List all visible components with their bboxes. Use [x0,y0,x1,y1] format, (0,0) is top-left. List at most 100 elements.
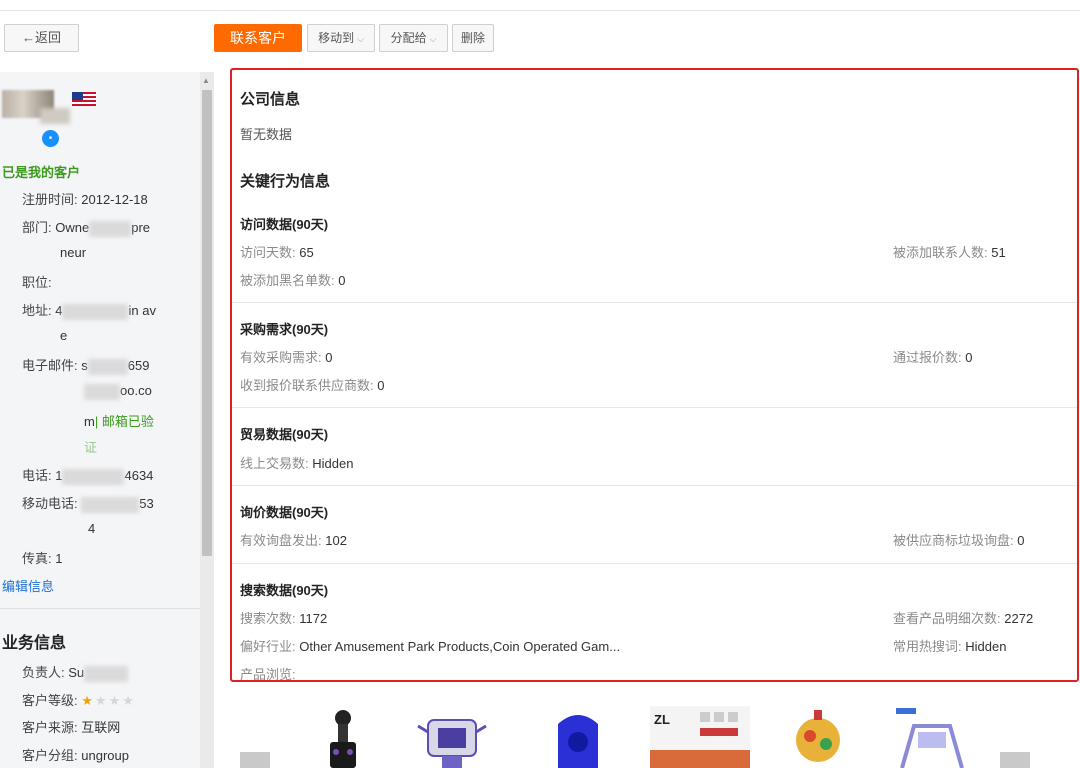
product-detail-label: 查看产品明细次数: [893,611,1001,626]
email-row-cont2: m| 邮箱已验 [84,411,154,430]
redacted-block [84,665,129,682]
edit-info-link[interactable]: 编辑信息 [2,576,54,595]
star-empty-icon: ★ [94,693,109,708]
search-count-value: 1172 [299,611,328,626]
redacted-block [87,358,128,375]
carousel-prev-button[interactable] [240,752,270,768]
email-label: 电子邮件: [22,358,78,373]
email-row-cont: oo.co [84,383,152,400]
address-row: 地址: 4 in av [22,300,156,320]
phone-value-b: 4634 [124,468,154,483]
position-row: 职位: [22,272,52,291]
owner-row: 负责人: Su [22,662,129,682]
owner-value: Su [68,665,85,680]
department-label: 部门: [22,220,52,235]
visit-days-item: 访问天数: 65 [240,242,314,261]
redacted-block [62,303,129,320]
top-divider [0,10,1080,11]
source-row: 客户来源: 互联网 [22,717,120,736]
mobile-row-cont: 4 [88,521,95,536]
product-thumbnail[interactable] [892,706,972,768]
valid-purchase-item: 有效采购需求: 0 [240,347,332,366]
search-count-label: 搜索次数: [240,611,296,626]
blacklist-label: 被添加黑名单数: [240,273,335,288]
phone-row: 电话: 1 4634 [22,465,153,485]
product-detail-value: 2272 [1004,611,1034,626]
svg-text:ZL: ZL [654,712,670,727]
product-thumbnail[interactable] [550,706,606,768]
industry-item: 偏好行业: Other Amusement Park Products,Coin… [240,636,620,655]
carousel-next-button[interactable] [1000,752,1030,768]
back-button[interactable]: ←返回 [4,24,79,52]
department-value-c: neur [60,245,87,260]
email-value-c: oo.co [120,383,152,398]
search-data-title: 搜索数据(90天) [240,583,329,598]
redacted-block [81,496,140,513]
quote-supplier-value: 0 [377,378,385,393]
move-to-label: 移动到 [318,31,355,45]
spam-inquiry-label: 被供应商标垃圾询盘: [893,533,1014,548]
chevron-down-icon: ⌵ [429,34,437,44]
spam-inquiry-item: 被供应商标垃圾询盘: 0 [893,530,1024,549]
product-thumbnail[interactable] [318,706,368,768]
visit-days-label: 访问天数: [240,245,296,260]
fax-label: 传真: [22,551,52,566]
inquiry-data-title: 询价数据(90天) [240,505,329,520]
redacted-block [84,383,120,400]
move-to-button[interactable]: 移动到 ⌵ [307,24,375,52]
blacklist-value: 0 [338,273,346,288]
star-empty-icon: ★ [108,693,123,708]
visit-data-title: 访问数据(90天) [240,217,329,232]
key-behavior-title: 关键行为信息 [240,173,331,190]
mobile-value-b: 4 [88,521,96,536]
department-value-a: Owne [55,220,90,235]
spam-inquiry-value: 0 [1017,533,1025,548]
source-value: 互联网 [81,720,121,735]
assign-to-label: 分配给 [390,31,427,45]
hot-keywords-item: 常用热搜词: Hidden [893,636,1006,655]
sidebar-scroll-thumb[interactable] [202,90,212,556]
valid-purchase-label: 有效采购需求: [240,350,322,365]
added-contacts-value: 51 [991,245,1006,260]
inquiry-sent-item: 有效询盘发出: 102 [240,530,347,549]
assign-to-button[interactable]: 分配给 ⌵ [379,24,448,52]
email-value-b: 659 [127,358,150,373]
mobile-label: 移动电话: [22,496,78,511]
department-row: 部门: Owne pre [22,217,150,237]
sidebar-divider [0,608,200,609]
email-value-d: m [84,414,95,429]
customer-detail-panel: 公司信息 暂无数据 关键行为信息 访问数据(90天) 访问天数: 65 被添加联… [230,68,1079,682]
online-trade-item: 线上交易数: Hidden [240,453,353,472]
section-divider [232,485,1077,486]
product-detail-item: 查看产品明细次数: 2272 [893,608,1033,627]
address-value-a: 4 [55,303,63,318]
department-row-cont: neur [60,245,86,260]
quote-supplier-label: 收到报价联系供应商数: [240,378,374,393]
group-value: ungroup [81,748,129,763]
us-flag-icon [72,92,96,106]
purchase-data-title: 采购需求(90天) [240,322,329,337]
section-divider [232,407,1077,408]
product-thumbnail[interactable]: ZL [650,706,750,768]
scroll-up-icon[interactable]: ▲ [202,76,210,85]
quote-item: 通过报价数: 0 [893,347,972,366]
verified-badge-icon: • [42,130,59,147]
redacted-block [89,220,132,237]
hot-keywords-label: 常用热搜词: [893,639,962,654]
product-thumbnail[interactable] [788,706,848,768]
group-row: 客户分组: ungroup [22,745,129,764]
email-verified-label-b: 证 [84,440,98,455]
register-value: 2012-12-18 [81,192,148,207]
product-thumbnail[interactable] [414,706,490,768]
online-trade-label: 线上交易数: [240,456,309,471]
added-contacts-item: 被添加联系人数: 51 [893,242,1006,261]
chevron-down-icon: ⌵ [357,34,364,44]
register-label: 注册时间: [22,192,78,207]
delete-button[interactable]: 删除 [452,24,494,52]
mobile-row: 移动电话: 53 [22,493,154,513]
industry-label: 偏好行业: [240,639,296,654]
product-browse-label: 产品浏览: [240,667,296,682]
online-trade-value: Hidden [312,456,354,471]
contact-customer-button[interactable]: 联系客户 [214,24,302,52]
email-row-cont3: 证 [84,437,97,456]
